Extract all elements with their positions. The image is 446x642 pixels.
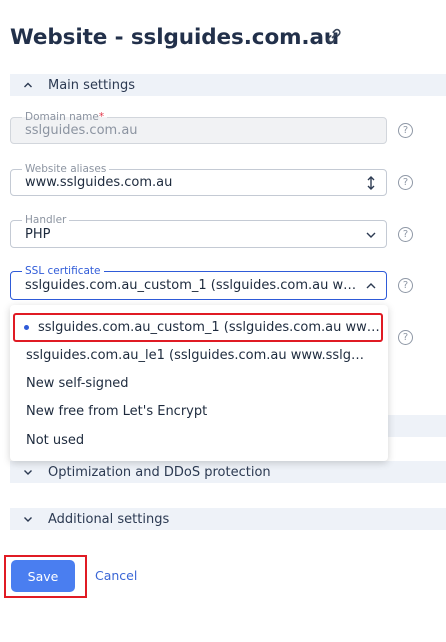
chevron-up-icon [366,283,376,289]
ssl-option[interactable]: sslguides.com.au_le1 (sslguides.com.au w… [10,341,388,369]
website-aliases-value[interactable]: www.sslguides.com.au [25,175,360,191]
section-additional-settings[interactable]: Additional settings [10,508,446,530]
field-label: SSL certificate [22,264,104,278]
ssl-option[interactable]: New self-signed [10,369,388,397]
cancel-link[interactable]: Cancel [95,568,137,583]
section-optimization[interactable]: Optimization and DDoS protection [10,461,446,483]
help-icon[interactable]: ? [398,227,413,242]
up-down-arrows-icon[interactable] [364,174,378,192]
selected-dot-icon [24,324,29,330]
link-icon[interactable] [325,27,343,45]
page-title: Website - sslguides.com.au [10,24,340,50]
ssl-option-label: New free from Let's Encrypt [26,403,208,419]
section-label: Optimization and DDoS protection [48,464,271,480]
chevron-down-icon [24,470,32,475]
page-header: Website - sslguides.com.au [10,20,339,54]
ssl-option[interactable]: sslguides.com.au_custom_1 (sslguides.com… [10,313,388,341]
handler-select[interactable]: Handler PHP [10,213,387,248]
ssl-option[interactable]: Not used [10,426,388,454]
chevron-up-icon [24,82,32,88]
field-label: Handler [22,213,70,227]
field-label: Website aliases [22,162,110,176]
ssl-option[interactable]: New free from Let's Encrypt [10,397,388,425]
help-icon[interactable]: ? [398,123,413,138]
ssl-certificate-select[interactable]: SSL certificate sslguides.com.au_custom_… [10,264,387,300]
website-aliases-field[interactable]: Website aliases www.sslguides.com.au [10,162,387,196]
save-button[interactable]: Save [11,560,75,592]
domain-name-field: Domain name* sslguides.com.au [10,110,387,144]
ssl-certificate-value: sslguides.com.au_custom_1 (sslguides.com… [25,278,363,293]
chevron-down-icon [24,517,32,522]
section-label: Additional settings [48,511,170,527]
ssl-option-label: New self-signed [26,375,129,391]
chevron-down-icon [366,232,376,238]
help-icon[interactable]: ? [398,278,413,293]
ssl-certificate-dropdown: sslguides.com.au_custom_1 (sslguides.com… [10,305,388,461]
handler-value: PHP [25,227,51,242]
field-label: Domain name* [22,110,108,124]
domain-name-value: sslguides.com.au [25,123,138,138]
ssl-option-label: Not used [26,432,85,448]
section-label: Main settings [48,77,136,93]
section-main-settings[interactable]: Main settings [10,74,446,96]
help-icon[interactable]: ? [398,175,413,190]
help-icon[interactable]: ? [398,330,413,345]
ssl-option-label: sslguides.com.au_le1 (sslguides.com.au w… [26,347,368,363]
ssl-option-label: sslguides.com.au_custom_1 (sslguides.com… [38,319,380,335]
